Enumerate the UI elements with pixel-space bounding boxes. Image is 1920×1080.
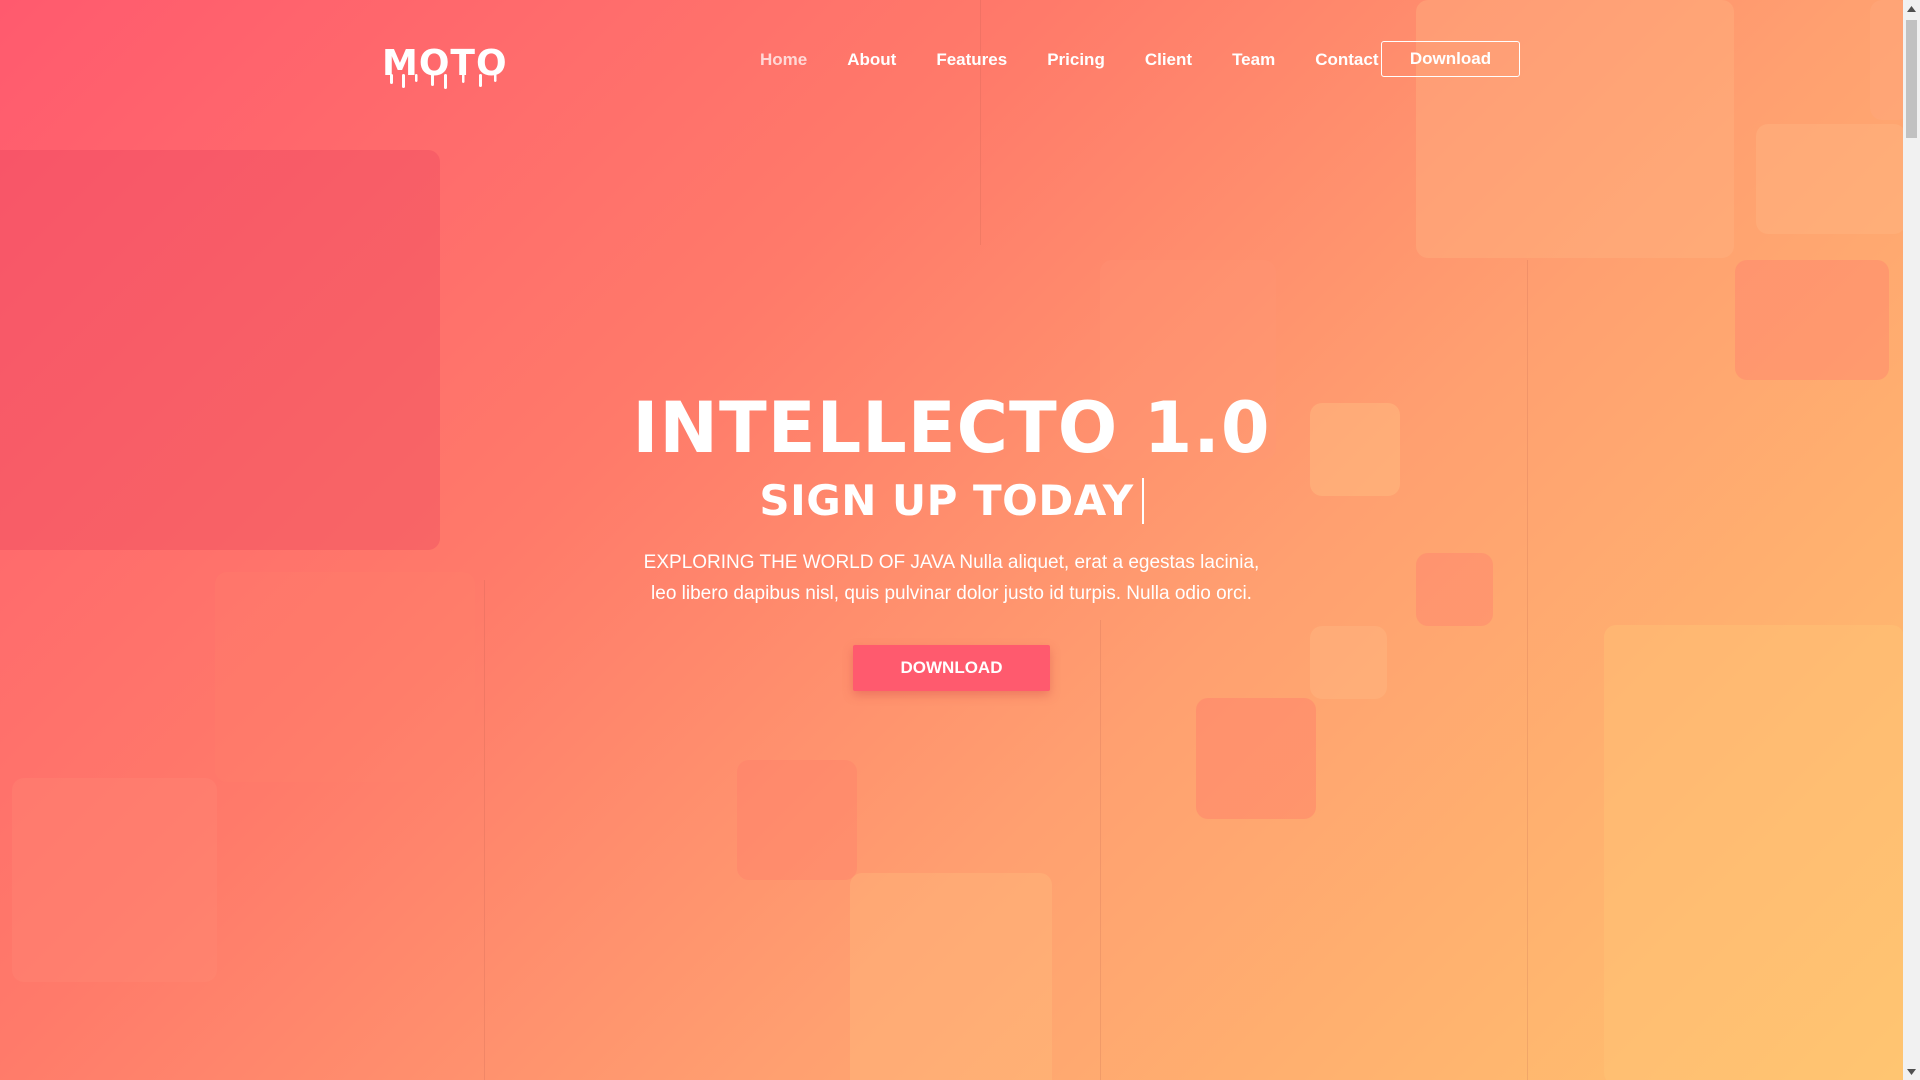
bg-square (1735, 260, 1889, 380)
nav-download-button[interactable]: Download (1381, 41, 1520, 77)
bg-square (1604, 625, 1903, 1080)
scrollbar-thumb[interactable] (1906, 20, 1917, 138)
bg-square (12, 778, 217, 982)
landing-page: MOTO Home About Features Pricing Client … (0, 0, 1920, 1080)
typing-cursor (1141, 478, 1144, 524)
bg-square (1756, 124, 1903, 234)
brand-logo[interactable]: MOTO (382, 44, 508, 89)
hero-title: INTELLECTO 1.0 (632, 387, 1271, 469)
vertical-scrollbar[interactable] (1903, 0, 1920, 1080)
nav-item-pricing[interactable]: Pricing (1047, 50, 1105, 70)
bg-square (1416, 0, 1734, 258)
nav-item-home[interactable]: Home (760, 50, 807, 70)
hero-section: INTELLECTO 1.0 SIGN UP TODAY EXPLORING T… (0, 385, 1903, 691)
scroll-up-arrow[interactable] (1903, 0, 1920, 17)
triangle-down-icon (1907, 1068, 1916, 1075)
page-viewport: MOTO Home About Features Pricing Client … (0, 0, 1903, 1080)
nav-item-client[interactable]: Client (1145, 50, 1192, 70)
hero-description: EXPLORING THE WORLD OF JAVA Nulla alique… (643, 552, 1260, 604)
nav-item-features[interactable]: Features (936, 50, 1007, 70)
nav-item-about[interactable]: About (847, 50, 896, 70)
bg-square (737, 760, 857, 880)
scroll-down-arrow[interactable] (1903, 1063, 1920, 1080)
logo-drip-decoration (390, 74, 497, 89)
hero-subtitle: SIGN UP TODAY (759, 476, 1134, 525)
bg-square (850, 873, 1052, 1080)
bg-divider (980, 0, 981, 245)
nav-item-contact[interactable]: Contact (1315, 50, 1378, 70)
main-nav: Home About Features Pricing Client Team … (740, 40, 1419, 80)
nav-item-team[interactable]: Team (1232, 50, 1275, 70)
hero-download-button[interactable]: DOWNLOAD (853, 645, 1050, 691)
hero-subtitle-wrap: SIGN UP TODAY (759, 473, 1144, 529)
triangle-up-icon (1907, 5, 1916, 12)
bg-square (1870, 0, 1903, 120)
bg-square (1196, 698, 1316, 819)
